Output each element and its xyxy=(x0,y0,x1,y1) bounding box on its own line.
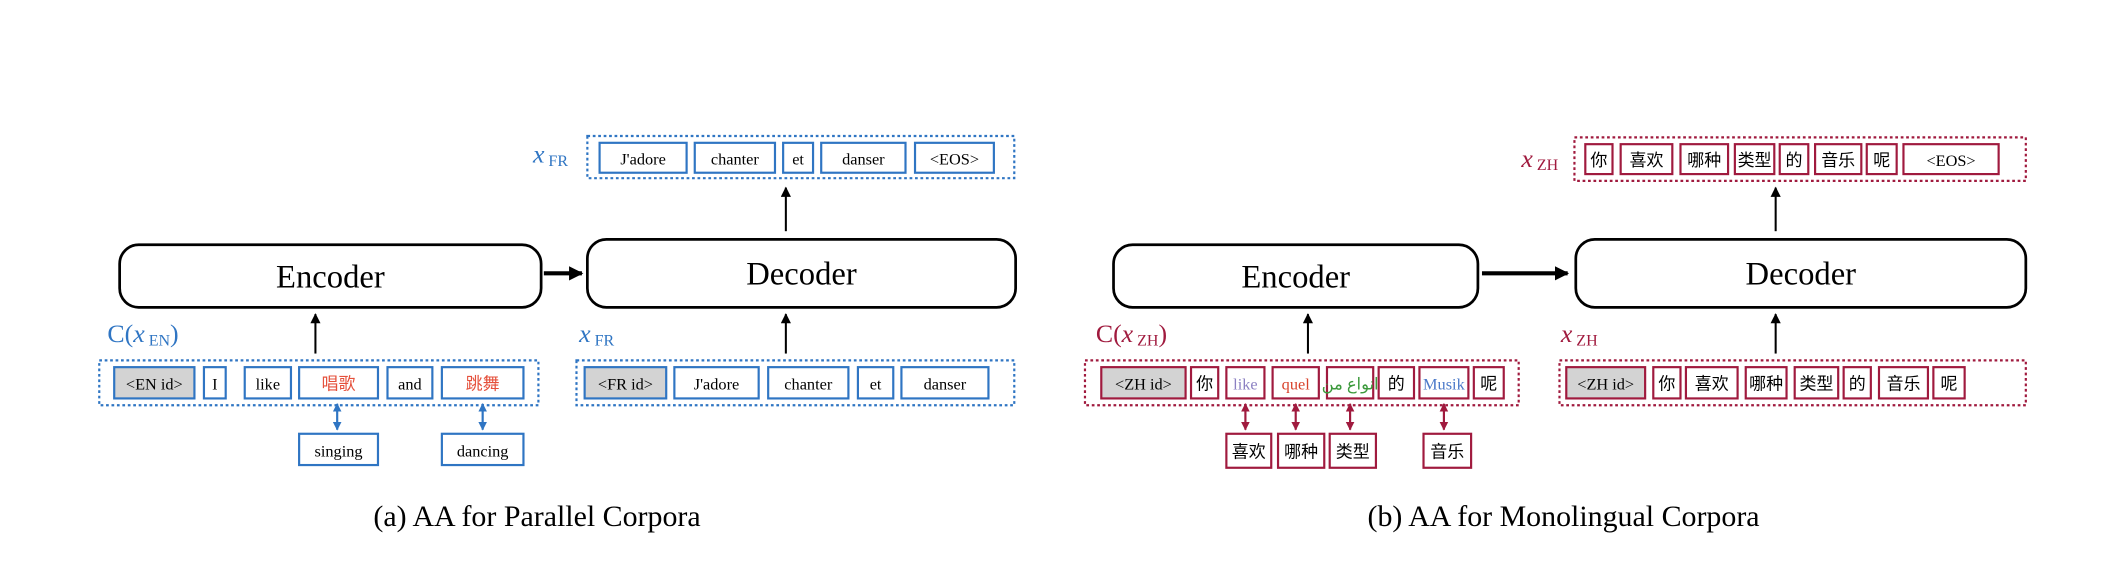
decoder-input-token: 你 xyxy=(1658,375,1675,394)
output-token: 哪种 xyxy=(1687,151,1721,170)
decoder-block-label: Decoder xyxy=(1746,257,1857,293)
aligned-word: 哪种 xyxy=(1284,443,1318,462)
aligned-word: dancing xyxy=(457,441,509,460)
decoder-input-token: 音乐 xyxy=(1886,375,1920,394)
output-label-x-zh: x ZH xyxy=(1520,143,1558,173)
decoder-input-token: J'adore xyxy=(694,375,739,394)
input-label-c-x-zh: C(x ZH) xyxy=(1096,319,1167,349)
decoder-input-token: <FR id> xyxy=(598,375,653,394)
decoder-input-token: danser xyxy=(924,375,967,394)
decoder-input-token: 类型 xyxy=(1799,375,1833,394)
encoder-block-label: Encoder xyxy=(1241,259,1350,295)
input-label-c-x-en: C(x EN) xyxy=(107,319,178,349)
output-token: <EOS> xyxy=(930,150,979,169)
encoder-input-token: 跳舞 xyxy=(466,375,500,394)
output-token: 类型 xyxy=(1738,151,1772,170)
output-token: danser xyxy=(842,150,885,169)
decoder-input-token: 喜欢 xyxy=(1695,375,1729,394)
encoder-input-token: 呢 xyxy=(1480,375,1497,394)
encoder-input-token: انواع من xyxy=(1322,375,1379,394)
figure: Encoder Decoder x FR J'adore chanter et danser… xyxy=(98,134,2028,533)
encoder-input-token: <ZH id> xyxy=(1115,375,1172,394)
output-token: et xyxy=(792,150,804,169)
decoder-input-token: 的 xyxy=(1849,375,1866,394)
output-token: chanter xyxy=(711,150,760,169)
decoder-input-label-x-zh: x ZH xyxy=(1560,319,1598,349)
decoder-input-token: et xyxy=(870,375,882,394)
aligned-word: 类型 xyxy=(1336,443,1370,462)
decoder-input-label-x-fr: x FR xyxy=(578,319,614,349)
output-token: 呢 xyxy=(1873,151,1890,170)
encoder-input-token: and xyxy=(398,375,422,394)
output-token: <EOS> xyxy=(1926,151,1975,170)
encoder-input-token: Musik xyxy=(1423,375,1466,394)
caption-a: (a) AA for Parallel Corpora xyxy=(373,500,700,533)
encoder-input-token: like xyxy=(1233,375,1257,394)
output-token: 的 xyxy=(1786,151,1803,170)
encoder-input-token: like xyxy=(256,375,280,394)
encoder-input-token: 唱歌 xyxy=(322,375,356,394)
encoder-input-token: I xyxy=(212,375,217,394)
output-label-x-fr: x FR xyxy=(532,139,568,169)
decoder-input-token: 呢 xyxy=(1941,375,1958,394)
aligned-word: 音乐 xyxy=(1430,443,1464,462)
decoder-input-token: chanter xyxy=(784,375,833,394)
aligned-word: 喜欢 xyxy=(1232,443,1266,462)
output-token: 音乐 xyxy=(1821,151,1855,170)
aligned-word: singing xyxy=(315,441,363,460)
encoder-input-token: 你 xyxy=(1196,375,1213,394)
encoder-input-token: quel xyxy=(1282,375,1311,394)
caption-b: (b) AA for Monolingual Corpora xyxy=(1368,500,1760,533)
decoder-input-token: 哪种 xyxy=(1749,375,1783,394)
output-token: 喜欢 xyxy=(1630,151,1664,170)
output-token: J'adore xyxy=(620,150,665,169)
decoder-input-token: <ZH id> xyxy=(1577,375,1634,394)
output-token: 你 xyxy=(1590,151,1607,170)
encoder-input-token: 的 xyxy=(1388,375,1405,394)
decoder-block-label: Decoder xyxy=(746,257,857,293)
encoder-block-label: Encoder xyxy=(276,259,385,295)
encoder-input-token: <EN id> xyxy=(126,375,183,394)
